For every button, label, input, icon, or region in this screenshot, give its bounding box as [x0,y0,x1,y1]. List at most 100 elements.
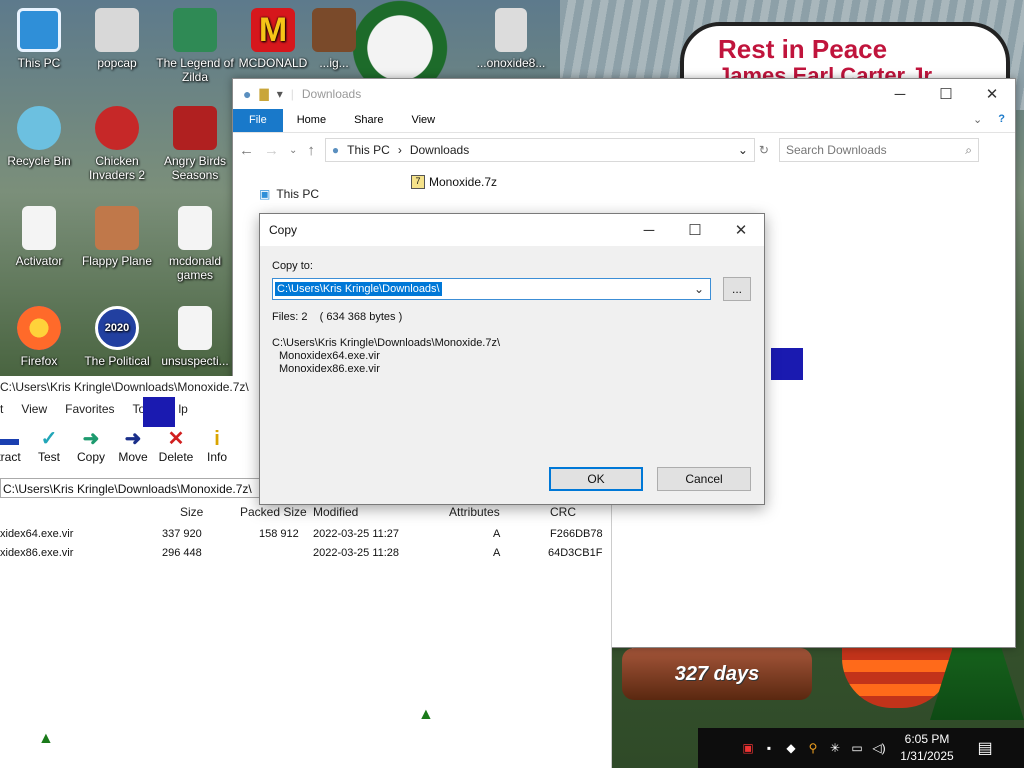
desktop-icon-recycle-bin[interactable]: Recycle Bin [0,106,82,168]
menu-favorites[interactable]: Favorites [65,402,114,416]
row-crc: 64D3CB1F [548,547,603,559]
ok-button[interactable]: OK [549,467,643,491]
breadcrumb-this-pc[interactable]: This PC [347,143,390,157]
mcdonalds-icon: M [251,8,295,52]
tool-label: Delete [158,450,194,464]
table-row[interactable]: xidex64.exe.vir 337 920 158 912 2022-03-… [0,528,612,544]
delete-icon: ✕ [167,428,185,450]
address-bar-row: ← → ⌄ ↑ ● This PC › Downloads ⌄ ↻ Search… [233,133,1015,167]
chevron-down-icon[interactable]: ⌄ [694,282,708,296]
desktop-icon-this-pc[interactable]: This PC [0,8,82,70]
chevron-down-icon[interactable]: ⌄ [289,145,297,156]
close-icon[interactable]: ✕ [969,79,1015,109]
angry-birds-icon [173,106,217,150]
desktop-icon-legend-of-zilda[interactable]: The Legend of Zilda [152,8,238,84]
7z-archive-icon: 7 [411,175,425,189]
desktop-icon-activator[interactable]: Activator [0,206,82,268]
tool-label: tract [0,450,21,464]
copy-dialog[interactable]: Copy ─ ☐ ✕ Copy to: C:\Users\Kris Kringl… [259,213,765,505]
expand-ribbon-icon[interactable]: ⌄ [967,109,988,132]
browse-button[interactable]: ... [723,277,751,301]
clock[interactable]: 6:05 PM 1/31/2025 [890,731,964,765]
desktop-icon-monoxide[interactable]: ...onoxide8... [468,8,554,70]
tray-app-icon[interactable]: ▪ [758,741,780,755]
menu-file[interactable]: t [0,402,3,416]
dialog-titlebar[interactable]: Copy ─ ☐ ✕ [260,214,764,246]
tab-home[interactable]: Home [283,109,340,132]
column-modified[interactable]: Modified [313,505,358,519]
table-row[interactable]: xidex86.exe.vir 296 448 2022-03-25 11:28… [0,547,612,563]
nav-pane-this-pc[interactable]: ▣ This PC [259,187,319,201]
destination-combobox[interactable]: C:\Users\Kris Kringle\Downloads\ ⌄ [272,278,711,300]
network-icon[interactable]: ▭ [846,741,868,755]
tray-search-icon[interactable]: ⚲ [802,741,824,755]
notification-icon[interactable]: ▤ [970,738,1000,758]
flappy-plane-icon [95,206,139,250]
desktop-icon-angry-birds[interactable]: Angry Birds Seasons [152,106,238,182]
tray-snowflake-icon[interactable]: ✳ [824,741,846,755]
file-name: Monoxide.7z [429,175,498,189]
test-button[interactable]: ✓ Test [26,428,72,464]
help-icon[interactable]: ? [988,109,1015,132]
column-packed-size[interactable]: Packed Size [240,505,307,519]
desktop-icon-popcap[interactable]: popcap [74,8,160,70]
search-input[interactable]: Search Downloads [786,143,965,157]
desktop-icon-reindeer[interactable]: ...ig... [304,8,364,70]
minimize-icon[interactable]: ─ [626,215,672,245]
glitch-block [143,397,175,427]
delete-button[interactable]: ✕ Delete [153,428,199,464]
copy-icon: ➜ [82,428,100,450]
search-box[interactable]: Search Downloads ⌕ [778,138,979,162]
blank-file-icon [178,306,212,350]
desktop-icon-the-political[interactable]: 2020 The Political [74,306,160,368]
monitor-icon [17,8,61,52]
address-dropdown-icon[interactable]: ⌄ [738,143,748,157]
refresh-icon[interactable]: ↻ [759,143,769,157]
row-name: xidex64.exe.vir [0,528,74,540]
tab-share[interactable]: Share [340,109,397,132]
cancel-button[interactable]: Cancel [657,467,751,491]
tab-file[interactable]: File [233,109,283,132]
back-icon[interactable]: ← [239,142,254,159]
column-attributes[interactable]: Attributes [449,505,500,519]
desktop-icon-chicken-invaders[interactable]: Chicken Invaders 2 [74,106,160,182]
tray-drop-icon[interactable]: ◆ [780,741,802,755]
binary-file-icon [495,8,527,52]
tray-app-icon[interactable]: ▣ [738,741,758,755]
menu-help[interactable]: lp [179,402,188,416]
maximize-icon[interactable]: ☐ [923,79,969,109]
address-box[interactable]: ● This PC › Downloads ⌄ [324,138,755,162]
tab-view[interactable]: View [397,109,449,132]
desktop-icon-unsuspecting[interactable]: unsuspecti... [152,306,238,368]
volume-icon[interactable]: ◁) [868,741,890,755]
menu-view[interactable]: View [21,402,47,416]
forward-icon[interactable]: → [264,142,279,159]
folder-icon: ▇ [259,87,269,101]
explorer-titlebar[interactable]: ● ▇ ▾ | Downloads ─ ☐ ✕ [233,79,1015,109]
popcap-icon [95,8,139,52]
desktop-icon-firefox[interactable]: Firefox [0,306,82,368]
column-size[interactable]: Size [180,505,203,519]
quick-access-icon[interactable]: ● [243,86,251,102]
file-list: xidex64.exe.vir 337 920 158 912 2022-03-… [0,522,612,562]
desktop-icon-label: ...ig... [319,56,349,70]
column-crc[interactable]: CRC [550,505,576,519]
move-button[interactable]: ➜ Move [110,428,156,464]
desktop-icon-mcdonald-games[interactable]: mcdonald games [152,206,238,282]
breadcrumb-downloads[interactable]: Downloads [410,143,469,157]
sevenzip-path-input[interactable]: C:\Users\Kris Kringle\Downloads\Monoxide… [0,478,262,498]
tool-label: Test [37,450,60,464]
maximize-icon[interactable]: ☐ [672,215,718,245]
minimize-icon[interactable]: ─ [877,79,923,109]
up-icon[interactable]: ↑ [307,142,315,159]
source-path: C:\Users\Kris Kringle\Downloads\Monoxide… [272,337,501,349]
info-button[interactable]: i Info [194,428,240,464]
desktop-icon-flappy-plane[interactable]: Flappy Plane [74,206,160,268]
file-item-monoxide[interactable]: 7 Monoxide.7z [411,175,497,189]
customize-toolbar-icon[interactable]: ▾ [277,87,283,101]
ribbon-tabs: File Home Share View ⌄ ? [233,109,1015,133]
copy-button[interactable]: ➜ Copy [68,428,114,464]
destination-input[interactable]: C:\Users\Kris Kringle\Downloads\ [275,282,442,296]
close-icon[interactable]: ✕ [718,215,764,245]
breadcrumb-separator-icon[interactable]: › [398,143,402,157]
